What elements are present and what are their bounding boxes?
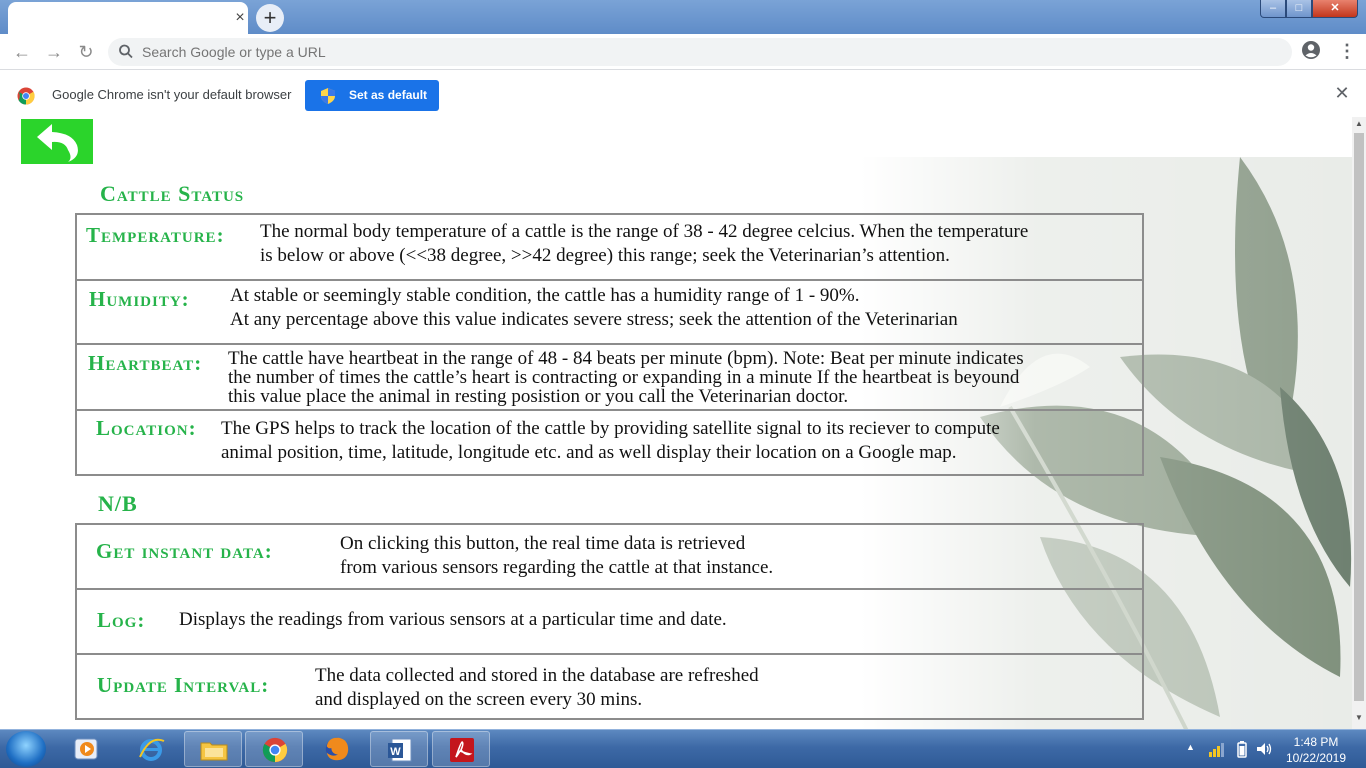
status-text-line: The normal body temperature of a cattle … xyxy=(260,221,1029,242)
tab-close-icon[interactable]: × xyxy=(232,8,248,28)
menu-kebab-icon[interactable]: ⋮ xyxy=(1338,40,1356,62)
nb-text-line: On clicking this button, the real time d… xyxy=(340,533,746,554)
taskbar-media-player[interactable] xyxy=(58,731,116,767)
network-icon[interactable] xyxy=(1208,740,1224,758)
status-label: Heartbeat: xyxy=(88,351,203,375)
status-label: Location: xyxy=(96,416,197,440)
chrome-logo-icon xyxy=(17,87,35,105)
browser-title-bar: × + – □ ✕ xyxy=(0,0,1366,34)
nb-table: Get instant data: On clicking this butto… xyxy=(75,523,1144,720)
word-icon: W xyxy=(388,738,412,762)
shield-icon xyxy=(321,88,335,104)
status-row-humidity: Humidity: At stable or seemingly stable … xyxy=(77,279,1142,343)
profile-icon[interactable] xyxy=(1301,40,1321,60)
nb-text-line: and displayed on the screen every 30 min… xyxy=(315,689,643,710)
scroll-down-arrow-icon[interactable]: ▼ xyxy=(1352,713,1366,723)
taskbar-internet-explorer[interactable] xyxy=(122,731,180,767)
status-text-line: At any percentage above this value indic… xyxy=(230,309,958,330)
internet-explorer-icon xyxy=(139,738,165,761)
set-as-default-label: Set as default xyxy=(349,88,428,102)
nb-title: N/B xyxy=(98,491,138,516)
status-row-heartbeat: Heartbeat: The cattle have heartbeat in … xyxy=(77,343,1142,409)
firefox-icon xyxy=(325,737,349,761)
status-text-line: animal position, time, latitude, longitu… xyxy=(221,442,957,463)
nb-row-log: Log: Displays the readings from various … xyxy=(77,588,1142,653)
nb-text-line: The data collected and stored in the dat… xyxy=(315,665,759,686)
page-title: Cattle Status xyxy=(100,181,245,206)
acrobat-icon xyxy=(450,738,474,762)
status-text-line: is below or above (<<38 degree, >>42 deg… xyxy=(260,245,950,266)
status-text-line: The GPS helps to track the location of t… xyxy=(221,418,1000,439)
undo-arrow-icon xyxy=(37,124,78,162)
nb-label: Update Interval: xyxy=(97,673,270,697)
folder-icon xyxy=(200,742,228,761)
windows-taskbar: W ▲ 1:48 PM 10/22/2019 xyxy=(0,729,1366,768)
status-label: Humidity: xyxy=(89,287,190,311)
status-text-line: The cattle have heartbeat in the range o… xyxy=(228,348,1024,369)
minimize-button[interactable]: – xyxy=(1260,0,1286,18)
system-clock[interactable]: 1:48 PM 10/22/2019 xyxy=(1280,734,1352,766)
status-text-line: At stable or seemingly stable condition,… xyxy=(230,285,860,306)
default-browser-infobar: Google Chrome isn't your default browser… xyxy=(0,71,1366,117)
new-tab-button[interactable]: + xyxy=(256,4,284,32)
status-label: Temperature: xyxy=(86,223,225,247)
nb-label: Get instant data: xyxy=(96,539,273,563)
address-bar[interactable]: ☆ xyxy=(108,38,1292,66)
window-close-button[interactable]: ✕ xyxy=(1312,0,1358,18)
tray-expand-icon[interactable]: ▲ xyxy=(1186,742,1195,752)
clock-time: 1:48 PM xyxy=(1293,735,1339,749)
back-button[interactable] xyxy=(21,119,93,164)
maximize-button[interactable]: □ xyxy=(1286,0,1312,18)
browser-tab[interactable]: × xyxy=(8,2,248,34)
nb-label: Log: xyxy=(97,608,146,632)
scroll-up-arrow-icon[interactable]: ▲ xyxy=(1352,119,1366,129)
taskbar-file-explorer[interactable] xyxy=(184,731,242,767)
taskbar-chrome[interactable] xyxy=(245,731,303,767)
page-content: Cattle Status Temperature: The normal bo… xyxy=(0,117,1352,729)
nb-row-get-instant-data: Get instant data: On clicking this butto… xyxy=(77,525,1142,588)
taskbar-acrobat[interactable] xyxy=(432,731,490,767)
infobar-message: Google Chrome isn't your default browser xyxy=(52,87,292,102)
nb-text-line: Displays the readings from various senso… xyxy=(179,609,727,630)
chrome-icon xyxy=(262,737,288,763)
taskbar-firefox[interactable] xyxy=(308,731,366,767)
nb-text-line: from various sensors regarding the cattl… xyxy=(340,557,774,578)
infobar-close-icon[interactable]: ✕ xyxy=(1332,83,1352,103)
search-icon xyxy=(119,44,133,59)
svg-text:W: W xyxy=(390,746,401,758)
start-button[interactable] xyxy=(6,731,46,767)
browser-toolbar: ← → ↻ ☆ xyxy=(0,34,1366,70)
cattle-status-table: Temperature: The normal body temperature… xyxy=(75,213,1144,476)
reload-icon[interactable]: ↻ xyxy=(74,40,98,64)
status-text-line: this value place the animal in resting p… xyxy=(228,386,849,407)
battery-icon[interactable] xyxy=(1234,740,1250,758)
back-arrow-icon[interactable]: ← xyxy=(10,40,34,64)
status-text-line: the number of times the cattle’s heart i… xyxy=(228,367,1020,388)
status-row-temperature: Temperature: The normal body temperature… xyxy=(77,215,1142,279)
volume-icon[interactable] xyxy=(1256,740,1272,758)
taskbar-word[interactable]: W xyxy=(370,731,428,767)
forward-arrow-icon[interactable]: → xyxy=(42,40,66,64)
clock-date: 10/22/2019 xyxy=(1285,751,1347,765)
omnibox-input[interactable] xyxy=(142,42,1242,62)
media-player-icon xyxy=(74,738,98,760)
nb-row-update-interval: Update Interval: The data collected and … xyxy=(77,653,1142,718)
set-as-default-button[interactable]: Set as default xyxy=(305,80,439,111)
page-scrollbar[interactable]: ▲ ▼ xyxy=(1352,117,1366,729)
scroll-thumb[interactable] xyxy=(1354,133,1364,701)
status-row-location: Location: The GPS helps to track the loc… xyxy=(77,409,1142,474)
